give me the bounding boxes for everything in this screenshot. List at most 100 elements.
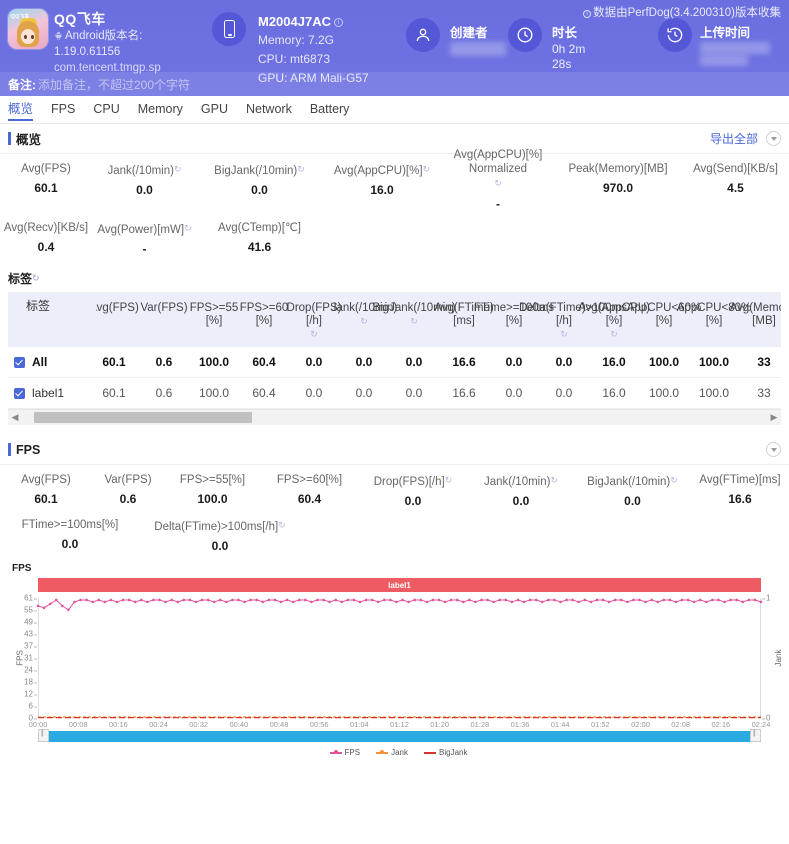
metric-label: FPS>=60[%] bbox=[261, 473, 358, 487]
refresh-icon[interactable]: ↻ bbox=[32, 273, 40, 283]
metric-value: 0.0 bbox=[468, 494, 574, 508]
tab-overview[interactable]: 概览 bbox=[8, 98, 33, 121]
tab-memory[interactable]: Memory bbox=[138, 102, 183, 118]
cell: 0.0 bbox=[489, 355, 539, 369]
cell: 60.1 bbox=[96, 355, 139, 369]
metric-label: BigJank(/10min)↻ bbox=[197, 162, 322, 178]
scrollbar-track[interactable] bbox=[22, 412, 767, 423]
x-tick: 02:16 bbox=[711, 720, 730, 729]
refresh-icon[interactable]: ↻ bbox=[610, 329, 618, 339]
overview-collapse-button[interactable] bbox=[766, 131, 781, 146]
duration-value: 0h 2m 28s bbox=[552, 42, 600, 72]
cell: 33 bbox=[739, 355, 781, 369]
info-icon[interactable]: i bbox=[334, 18, 343, 27]
overview-title: 概览 bbox=[16, 129, 41, 148]
device-cpu: CPU: mt6873 bbox=[258, 52, 330, 66]
range-slider-handle-right[interactable] bbox=[750, 729, 761, 742]
cell: 60.4 bbox=[239, 355, 289, 369]
legend-item-bigjank[interactable]: BigJank bbox=[424, 748, 467, 757]
metric-label: Drop(FPS)[/h]↻ bbox=[358, 473, 468, 489]
scroll-left-arrow-icon[interactable]: ◀ bbox=[8, 412, 22, 423]
metric-label: Avg(FPS) bbox=[0, 473, 92, 487]
export-all-link[interactable]: 导出全部 bbox=[710, 130, 758, 147]
metric-value: 0.0 bbox=[92, 183, 197, 197]
metric-value: 0.4 bbox=[0, 240, 92, 254]
section-accent-bar bbox=[8, 132, 11, 145]
cell: 100.0 bbox=[189, 386, 239, 400]
tags-row-all[interactable]: All bbox=[8, 347, 96, 378]
tab-battery[interactable]: Battery bbox=[310, 102, 350, 118]
remark-input[interactable]: 添加备注，不超过200个字符 bbox=[38, 76, 190, 93]
refresh-icon[interactable]: ↻ bbox=[550, 475, 558, 485]
scroll-right-arrow-icon[interactable]: ▶ bbox=[767, 412, 781, 423]
refresh-icon[interactable]: ↻ bbox=[410, 316, 418, 326]
android-version: Android版本名: 1.19.0.61156 bbox=[54, 28, 204, 60]
scrollbar-thumb[interactable] bbox=[34, 412, 252, 423]
tab-gpu[interactable]: GPU bbox=[201, 102, 228, 118]
overview-metric-1: Jank(/10min)↻0.0 bbox=[92, 162, 197, 211]
overview-metric-6: Avg(Send)[KB/s]4.5 bbox=[682, 162, 789, 211]
metric-label: Peak(Memory)[MB] bbox=[554, 162, 682, 176]
overview-metric-1: Avg(Power)[mW]↻- bbox=[92, 221, 197, 256]
fps-metric-7: Avg(FTime)[ms]16.6 bbox=[691, 473, 789, 508]
metric-label: Avg(AppCPU)[%]↻ bbox=[322, 162, 442, 178]
fps-title: FPS bbox=[16, 443, 40, 457]
x-tick: 01:20 bbox=[430, 720, 449, 729]
chevron-down-icon bbox=[771, 137, 777, 141]
legend-item-jank[interactable]: Jank bbox=[376, 748, 408, 757]
fps-metric-4: Drop(FPS)[/h]↻0.0 bbox=[358, 473, 468, 508]
refresh-icon[interactable]: ↻ bbox=[184, 223, 192, 233]
tags-row-label1[interactable]: label1 bbox=[8, 378, 96, 409]
metric-value: - bbox=[442, 197, 554, 211]
refresh-icon[interactable]: ↻ bbox=[278, 520, 286, 530]
chart-range-slider[interactable] bbox=[38, 730, 761, 743]
fps-metric-1: Delta(FTime)>100ms[/h]↻0.0 bbox=[140, 518, 300, 553]
creator-icon-circle bbox=[406, 18, 440, 52]
refresh-icon[interactable]: ↻ bbox=[494, 178, 502, 188]
overview-section-header: 概览 导出全部 bbox=[0, 124, 789, 154]
fps-header-actions bbox=[766, 442, 781, 457]
refresh-icon[interactable]: ↻ bbox=[360, 316, 368, 326]
cell: 0.0 bbox=[389, 355, 439, 369]
x-tick: 02:24 bbox=[752, 720, 771, 729]
tab-fps[interactable]: FPS bbox=[51, 102, 75, 118]
cell: 0.0 bbox=[389, 386, 439, 400]
fps-metric-5: Jank(/10min)↻0.0 bbox=[468, 473, 574, 508]
refresh-icon[interactable]: ↻ bbox=[310, 329, 318, 339]
table-row: 60.10.6100.060.40.00.00.016.60.00.016.01… bbox=[96, 347, 781, 378]
legend-item-fps[interactable]: FPS bbox=[330, 748, 361, 757]
column-header-13[interactable]: Avg(Memory)[MB] bbox=[719, 293, 781, 328]
refresh-icon[interactable]: ↻ bbox=[297, 164, 305, 174]
refresh-icon[interactable]: ↻ bbox=[174, 164, 182, 174]
checkbox-label1[interactable] bbox=[14, 388, 25, 399]
upload-time-value-blurred-1 bbox=[700, 42, 770, 54]
tab-network[interactable]: Network bbox=[246, 102, 292, 118]
refresh-icon[interactable]: ↻ bbox=[423, 164, 431, 174]
app-name: QQ飞车 bbox=[54, 9, 106, 29]
checkbox-all[interactable] bbox=[14, 357, 25, 368]
tags-row-label1-label: label1 bbox=[32, 386, 64, 400]
range-slider-handle-left[interactable] bbox=[38, 729, 49, 742]
tags-horizontal-scrollbar[interactable]: ◀ ▶ bbox=[8, 409, 781, 425]
tags-column-header: 标签 bbox=[8, 293, 96, 318]
refresh-icon[interactable]: ↻ bbox=[445, 475, 453, 485]
cell: 0.0 bbox=[539, 355, 589, 369]
x-tick: 00:56 bbox=[310, 720, 329, 729]
tags-fixed-column: 标签 All label1 bbox=[8, 293, 96, 409]
x-tick: 00:40 bbox=[229, 720, 248, 729]
overview-metrics: Avg(FPS)60.1Jank(/10min)↻0.0BigJank(/10m… bbox=[0, 154, 789, 260]
cell: 0.0 bbox=[539, 386, 589, 400]
overview-metric-2: Avg(CTemp)[℃]41.6 bbox=[197, 221, 322, 256]
refresh-icon[interactable]: ↻ bbox=[670, 475, 678, 485]
chevron-down-icon bbox=[771, 448, 777, 452]
tab-cpu[interactable]: CPU bbox=[93, 102, 119, 118]
metric-value: 0.0 bbox=[140, 539, 300, 553]
device-icon-circle bbox=[212, 12, 246, 46]
remark-bar[interactable]: 备注: 添加备注，不超过200个字符 bbox=[0, 72, 789, 96]
refresh-icon[interactable]: ↻ bbox=[560, 329, 568, 339]
cell: 16.6 bbox=[439, 386, 489, 400]
phone-icon bbox=[224, 20, 235, 38]
fps-collapse-button[interactable] bbox=[766, 442, 781, 457]
range-slider-bar[interactable] bbox=[38, 731, 761, 742]
legend-label: BigJank bbox=[439, 748, 467, 757]
